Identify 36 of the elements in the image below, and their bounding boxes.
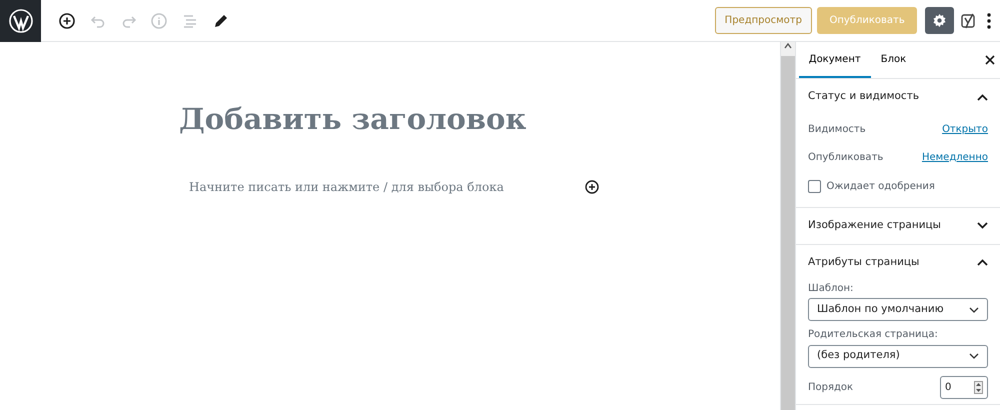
expand-icon[interactable] (977, 222, 988, 229)
chevron-down-icon (969, 353, 979, 359)
field-label: Опубликовать (808, 150, 884, 164)
panel-title[interactable]: Статус и видимость (808, 89, 920, 105)
select-field[interactable]: Шаблон по умолчанию (808, 298, 988, 322)
title-placeholder[interactable]: Добавить заголовок (179, 98, 780, 142)
sidebar-tab[interactable]: Блок (870, 42, 916, 78)
wordpress-logo[interactable] (0, 0, 41, 42)
checkbox[interactable] (808, 180, 821, 192)
collapse-icon[interactable] (977, 94, 988, 100)
select-field[interactable]: (без родителя) (808, 344, 988, 368)
checkbox-label: Ожидает одобрения (826, 180, 935, 194)
panel-title[interactable]: Изображение страницы (808, 218, 941, 234)
value-link[interactable]: Немедленно (922, 150, 988, 164)
settings-button[interactable] (925, 7, 954, 34)
sidebar-tab[interactable]: Документ (798, 42, 871, 78)
chevron-down-icon (969, 306, 979, 313)
block-placeholder[interactable]: Начните писать или нажмите / для выбора блока (189, 178, 504, 196)
add-block-icon[interactable] (585, 180, 599, 194)
field-label: Порядок (808, 380, 854, 395)
value-link[interactable]: Открыто (942, 122, 988, 136)
scrollbar[interactable] (780, 42, 795, 410)
collapse-icon[interactable] (977, 259, 988, 266)
logo-icon (8, 8, 32, 32)
field-label: Шаблон: (808, 282, 854, 296)
info-icon (150, 12, 168, 30)
scroll-up-icon[interactable] (784, 42, 792, 50)
field-label: Родительская страница: (808, 328, 939, 342)
plugin-icon[interactable] (960, 12, 978, 30)
field-label: Видимость (808, 122, 866, 136)
panel-title[interactable]: Атрибуты страницы (808, 254, 920, 270)
plus-circle-icon (58, 12, 76, 30)
spinner-icon[interactable] (974, 380, 983, 394)
gear-icon (932, 12, 947, 28)
close-icon[interactable] (984, 55, 994, 65)
number-field[interactable]: 0 (940, 376, 988, 399)
